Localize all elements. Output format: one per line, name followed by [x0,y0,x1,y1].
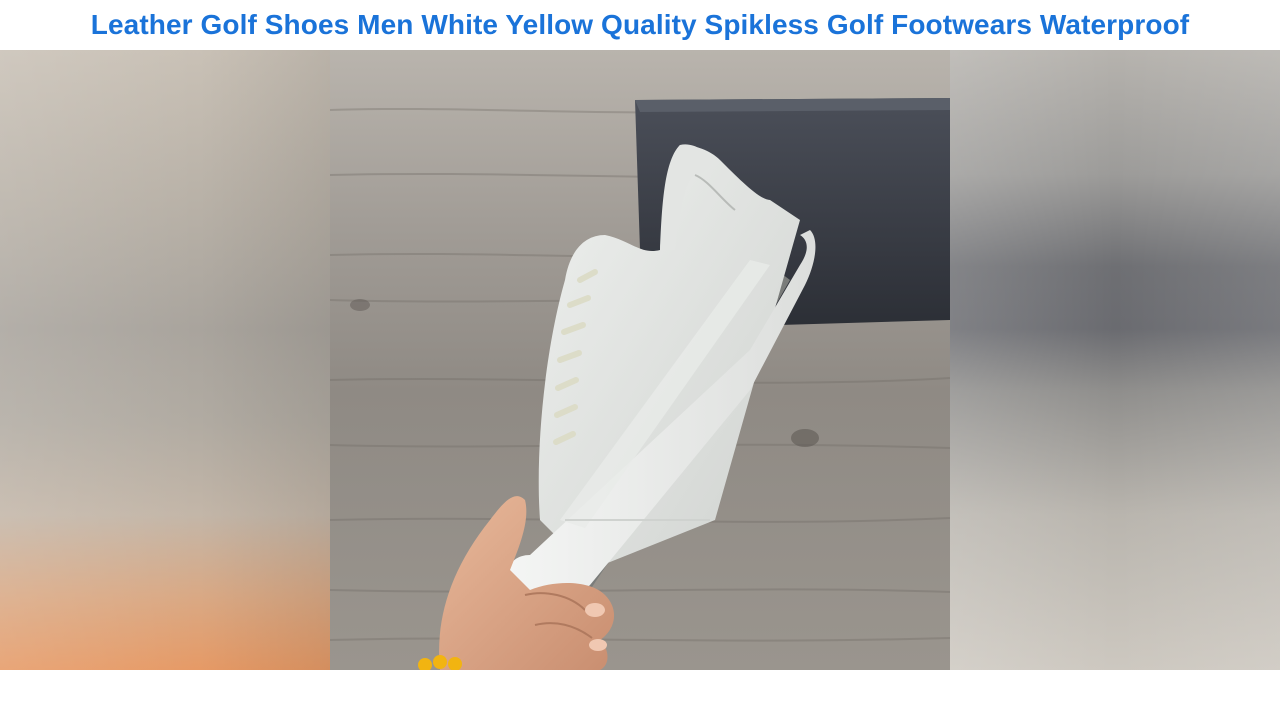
product-photo [330,50,950,670]
blurred-background-left [0,50,330,670]
video-title-bar: Leather Golf Shoes Men White Yellow Qual… [0,0,1280,50]
shoe-photo-illustration [330,50,950,670]
blurred-background-right [950,50,1280,670]
bottom-spacer [0,670,1280,720]
video-frame[interactable] [0,50,1280,670]
video-title: Leather Golf Shoes Men White Yellow Qual… [90,9,1190,40]
